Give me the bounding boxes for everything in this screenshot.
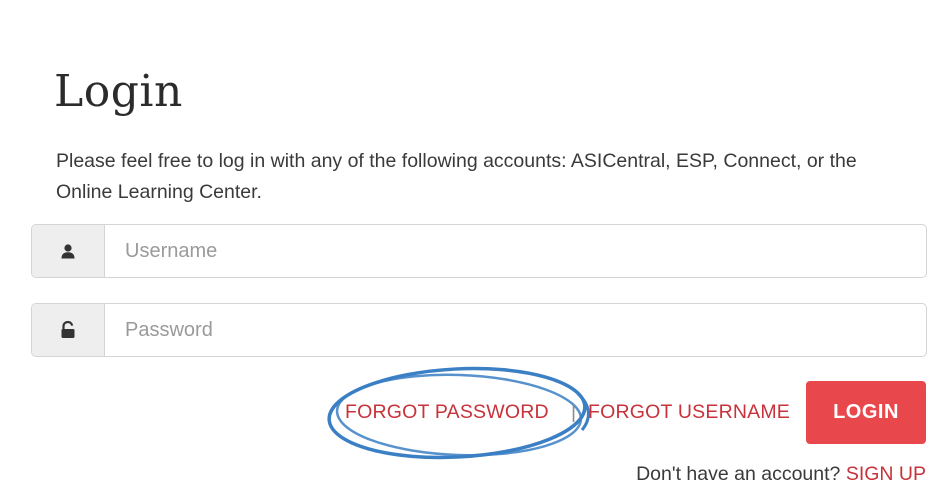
signup-row: Don't have an account? SIGN UP [636, 463, 926, 486]
forgot-password-link[interactable]: FORGOT PASSWORD [345, 401, 549, 424]
page-title: Login [54, 66, 183, 117]
intro-text: Please feel free to log in with any of t… [56, 150, 857, 203]
unlock-icon [32, 304, 105, 356]
username-input[interactable] [105, 225, 926, 277]
login-button[interactable]: LOGIN [806, 381, 926, 444]
username-field-group [31, 224, 927, 278]
user-icon [32, 225, 105, 277]
password-input[interactable] [105, 304, 926, 356]
password-field-group [31, 303, 927, 357]
sign-up-link[interactable]: SIGN UP [846, 463, 926, 485]
link-separator: | [571, 401, 577, 423]
signup-prompt: Don't have an account? [636, 463, 841, 485]
forgot-username-link[interactable]: FORGOT USERNAME [588, 401, 790, 424]
